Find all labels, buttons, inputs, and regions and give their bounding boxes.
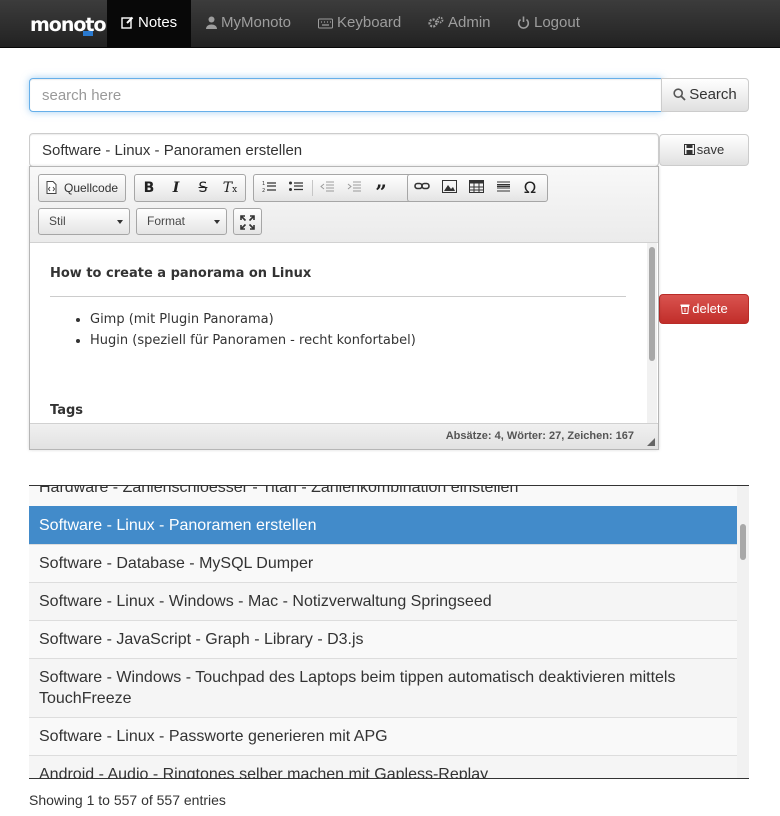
- search-input[interactable]: [29, 78, 662, 112]
- note-title-input[interactable]: [29, 133, 659, 167]
- scrollbar-thumb[interactable]: [740, 524, 746, 560]
- tags-heading: Tags: [50, 403, 84, 418]
- source-icon: [46, 181, 57, 194]
- strikethrough-icon[interactable]: S: [192, 178, 214, 198]
- note-heading: How to create a panorama on Linux: [50, 266, 312, 281]
- save-icon: [683, 144, 695, 155]
- paragraph-group: 12 ”: [253, 174, 430, 204]
- table-row[interactable]: Software - JavaScript - Graph - Library …: [29, 620, 737, 658]
- logo-accent: [83, 31, 93, 36]
- bold-icon[interactable]: B: [138, 178, 160, 198]
- note-bullet-list: Gimp (mit Plugin Panorama) Hugin (spezie…: [50, 309, 416, 351]
- table-row[interactable]: Software - Windows - Touchpad des Laptop…: [29, 658, 737, 717]
- table-row[interactable]: Android - Audio - Ringtones selber mache…: [29, 755, 737, 778]
- trash-icon: [680, 304, 690, 314]
- indent-icon[interactable]: [343, 178, 365, 198]
- nav-notes[interactable]: Notes: [107, 0, 192, 47]
- nav-logout[interactable]: Logout: [517, 0, 580, 47]
- delete-button-label: delete: [692, 301, 728, 316]
- insert-group: Ω: [407, 174, 548, 202]
- word-count: Absätze: 4, Wörter: 27, Zeichen: 167: [445, 430, 634, 442]
- outdent-icon[interactable]: [316, 178, 338, 198]
- table-row[interactable]: Software - Linux - Passworte generieren …: [29, 717, 737, 755]
- table-row[interactable]: Software - Linux - Windows - Mac - Notiz…: [29, 582, 737, 620]
- nav-mymonoto[interactable]: MyMonoto: [206, 0, 291, 47]
- save-button-label: save: [696, 142, 725, 157]
- search-button-label: Search: [689, 86, 737, 103]
- table-icon[interactable]: [465, 178, 487, 198]
- search-button[interactable]: Search: [661, 78, 749, 112]
- table-row[interactable]: Software - Database - MySQL Dumper: [29, 544, 737, 582]
- horizontal-line-icon[interactable]: [492, 178, 514, 198]
- numbered-list-icon[interactable]: 12: [258, 178, 280, 198]
- blockquote-icon[interactable]: ”: [370, 178, 392, 204]
- edit-icon: [121, 16, 134, 29]
- editor-statusbar: Absätze: 4, Wörter: 27, Zeichen: 167: [30, 423, 658, 449]
- nav-admin-label: Admin: [448, 14, 491, 31]
- resize-grip-icon[interactable]: [647, 438, 655, 446]
- notes-table: Hardware - Zahlenschloesser - Titan - Za…: [29, 485, 749, 779]
- editor-toolbar: Quellcode B I S Tx 12 ” Ω Stil Format: [30, 167, 658, 243]
- style-combo[interactable]: Stil: [38, 208, 130, 235]
- list-scrollbar[interactable]: [737, 486, 749, 778]
- rich-text-editor: Quellcode B I S Tx 12 ” Ω Stil Format Ho…: [29, 166, 659, 450]
- svg-text:2: 2: [262, 188, 265, 193]
- search-icon: [673, 88, 686, 101]
- chevron-down-icon: [214, 220, 220, 224]
- format-group: B I S Tx: [134, 174, 246, 202]
- toolbar-separator: [312, 180, 313, 196]
- nav-admin[interactable]: Admin: [428, 0, 491, 47]
- nav-keyboard[interactable]: Keyboard: [318, 0, 401, 47]
- content-divider: [50, 296, 626, 297]
- nav-notes-label: Notes: [138, 14, 178, 31]
- nav-mymonoto-label: MyMonoto: [221, 14, 292, 31]
- svg-text:1: 1: [262, 181, 265, 187]
- table-info: Showing 1 to 557 of 557 entries: [29, 792, 226, 808]
- table-row[interactable]: Hardware - Zahlenschloesser - Titan - Za…: [29, 486, 737, 506]
- list-item: Hugin (speziell für Panoramen - recht ko…: [90, 330, 416, 351]
- logo-text: monoto: [30, 14, 107, 36]
- scrollbar-thumb[interactable]: [649, 247, 655, 361]
- editor-content[interactable]: How to create a panorama on Linux Gimp (…: [30, 243, 658, 423]
- remove-format-icon[interactable]: Tx: [219, 178, 241, 198]
- format-combo[interactable]: Format: [136, 208, 227, 235]
- source-button[interactable]: Quellcode: [38, 174, 126, 202]
- style-combo-label: Stil: [49, 214, 66, 228]
- image-icon[interactable]: [438, 178, 460, 198]
- list-item: Gimp (mit Plugin Panorama): [90, 309, 416, 330]
- notes-table-body: Hardware - Zahlenschloesser - Titan - Za…: [29, 486, 737, 778]
- user-icon: [206, 16, 217, 29]
- top-navbar: monoto Notes MyMonoto Keyboard Admin Log…: [0, 0, 780, 48]
- nav-keyboard-label: Keyboard: [337, 14, 402, 31]
- nav-logout-label: Logout: [534, 14, 580, 31]
- format-combo-label: Format: [147, 214, 186, 228]
- maximize-button[interactable]: [233, 208, 262, 235]
- save-button[interactable]: save: [659, 134, 749, 166]
- link-icon[interactable]: [411, 178, 433, 198]
- cogs-icon: [428, 16, 444, 28]
- table-row-selected[interactable]: Software - Linux - Panoramen erstellen: [29, 506, 737, 544]
- maximize-icon: [240, 215, 255, 230]
- delete-button[interactable]: delete: [659, 294, 749, 324]
- bullet-list-icon[interactable]: [285, 178, 307, 198]
- italic-icon[interactable]: I: [165, 178, 187, 198]
- source-button-label: Quellcode: [64, 181, 119, 195]
- editor-scrollbar[interactable]: [647, 243, 657, 423]
- app-logo[interactable]: monoto: [30, 11, 107, 39]
- chevron-down-icon: [117, 220, 123, 224]
- special-char-icon[interactable]: Ω: [519, 178, 541, 198]
- power-icon: [517, 16, 530, 29]
- keyboard-icon: [318, 18, 333, 29]
